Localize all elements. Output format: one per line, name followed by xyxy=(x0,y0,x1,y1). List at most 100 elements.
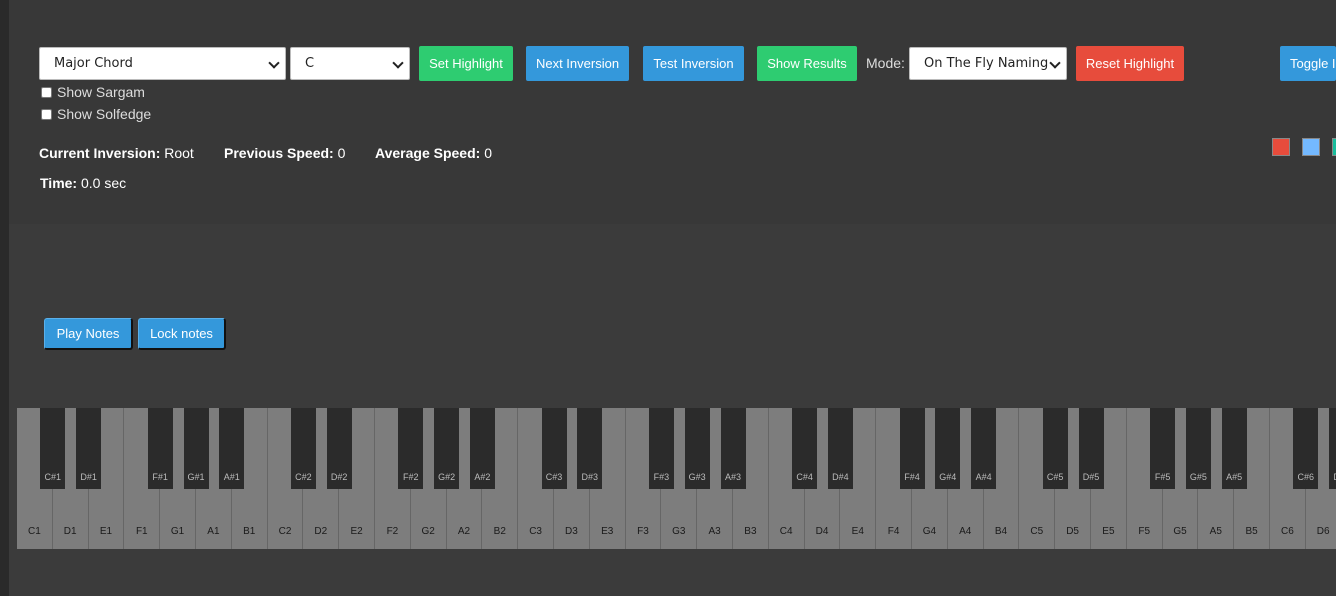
piano-key-label: F5 xyxy=(1138,526,1151,537)
previous-speed-stat: Previous Speed: 0 xyxy=(224,145,345,161)
mode-select[interactable]: On The Fly Naming xyxy=(909,47,1067,80)
piano-key-label: E2 xyxy=(350,526,363,537)
piano-key-label: E5 xyxy=(1102,526,1115,537)
left-edge-rail xyxy=(0,0,9,596)
piano-key-label: G3 xyxy=(672,526,686,537)
piano-key-g-sharp1[interactable]: G#1 xyxy=(183,408,209,489)
piano-key-label: D#1 xyxy=(80,472,97,482)
piano-key-c-sharp1[interactable]: C#1 xyxy=(40,408,66,489)
piano-key-c-sharp2[interactable]: C#2 xyxy=(290,408,316,489)
piano-key-label: G5 xyxy=(1173,526,1187,537)
piano-key-g-sharp2[interactable]: G#2 xyxy=(434,408,460,489)
piano-key-f-sharp2[interactable]: F#2 xyxy=(398,408,424,489)
piano-key-label: D6 xyxy=(1316,526,1330,537)
piano-key-label: A4 xyxy=(959,526,972,537)
show-results-button[interactable]: Show Results xyxy=(757,46,857,81)
piano-key-label: B1 xyxy=(243,526,256,537)
show-solfedge-checkbox[interactable] xyxy=(41,108,52,120)
piano-key-label: A1 xyxy=(207,526,220,537)
show-sargam-option[interactable]: Show Sargam xyxy=(41,84,145,100)
swatch-light-blue[interactable] xyxy=(1302,138,1320,156)
piano-key-label: C5 xyxy=(1030,526,1044,537)
next-inversion-button[interactable]: Next Inversion xyxy=(526,46,629,81)
time-label: Time: xyxy=(40,175,78,191)
piano-key-c-sharp3[interactable]: C#3 xyxy=(541,408,567,489)
piano-key-label: F#2 xyxy=(403,472,419,482)
swatch-red[interactable] xyxy=(1272,138,1290,156)
piano-key-label: F#1 xyxy=(152,472,168,482)
piano-key-a-sharp3[interactable]: A#3 xyxy=(720,408,746,489)
chevron-down-icon xyxy=(392,57,404,69)
piano-key-a-sharp2[interactable]: A#2 xyxy=(469,408,495,489)
play-notes-button[interactable]: Play Notes xyxy=(44,318,133,350)
piano-key-label: F3 xyxy=(637,526,649,537)
current-inversion-label: Current Inversion: xyxy=(39,145,161,161)
piano-key-label: C1 xyxy=(28,526,41,537)
piano-key-f-sharp5[interactable]: F#5 xyxy=(1150,408,1176,489)
piano-key-label: B5 xyxy=(1245,526,1258,537)
piano-key-label: F2 xyxy=(386,526,399,537)
piano-key-label: A#4 xyxy=(975,472,992,482)
previous-speed-label: Previous Speed: xyxy=(224,145,334,161)
piano-key-g-sharp3[interactable]: G#3 xyxy=(684,408,710,489)
chevron-down-icon xyxy=(268,57,280,69)
piano-key-label: C6 xyxy=(1281,526,1294,537)
piano-key-label: D#3 xyxy=(581,472,599,482)
piano-key-d-sharp5[interactable]: D#5 xyxy=(1078,408,1104,489)
piano-key-label: G#5 xyxy=(1189,472,1207,482)
chord-type-select[interactable]: Major Chord xyxy=(39,47,286,80)
piano-key-label: B3 xyxy=(744,526,757,537)
piano-key-g-sharp5[interactable]: G#5 xyxy=(1185,408,1211,489)
show-sargam-label: Show Sargam xyxy=(57,84,145,100)
piano-key-f-sharp1[interactable]: F#1 xyxy=(147,408,173,489)
piano-key-f-sharp3[interactable]: F#3 xyxy=(648,408,674,489)
piano-key-label: A#5 xyxy=(1226,472,1243,482)
piano-key-label: A#1 xyxy=(223,472,240,482)
piano-key-label: G#1 xyxy=(187,472,205,482)
key-select[interactable]: C xyxy=(290,47,410,80)
piano-key-label: G#2 xyxy=(438,472,456,482)
piano-key-d-sharp6[interactable]: D#6 xyxy=(1329,408,1336,489)
toggle-button[interactable]: Toggle I xyxy=(1280,46,1336,81)
piano-key-label: C4 xyxy=(779,526,793,537)
piano-key-a-sharp1[interactable]: A#1 xyxy=(219,408,245,489)
piano-key-g-sharp4[interactable]: G#4 xyxy=(935,408,961,489)
piano-key-a-sharp5[interactable]: A#5 xyxy=(1221,408,1247,489)
piano-key-label: C#1 xyxy=(44,472,62,482)
set-highlight-button[interactable]: Set Highlight xyxy=(419,46,513,81)
mode-label: Mode: xyxy=(866,55,905,71)
reset-highlight-button[interactable]: Reset Highlight xyxy=(1076,46,1184,81)
piano-key-label: B2 xyxy=(493,526,506,537)
average-speed-label: Average Speed: xyxy=(375,145,481,161)
piano-key-f-sharp4[interactable]: F#4 xyxy=(899,408,925,489)
piano-key-d-sharp2[interactable]: D#2 xyxy=(326,408,352,489)
control-panel xyxy=(9,0,1336,224)
lock-notes-button[interactable]: Lock notes xyxy=(138,318,226,350)
chevron-down-icon xyxy=(1049,57,1061,69)
piano-key-c-sharp6[interactable]: C#6 xyxy=(1293,408,1319,489)
piano-key-d-sharp3[interactable]: D#3 xyxy=(577,408,603,489)
average-speed-value: 0 xyxy=(484,145,492,161)
swatch-teal[interactable] xyxy=(1332,138,1336,156)
piano-key-c-sharp5[interactable]: C#5 xyxy=(1042,408,1068,489)
piano-key-label: C#2 xyxy=(295,472,312,482)
toggle-button-label: Toggle I xyxy=(1290,56,1336,71)
test-inversion-button[interactable]: Test Inversion xyxy=(643,46,744,81)
piano-key-label: F#5 xyxy=(1154,472,1171,482)
piano-key-label: F#4 xyxy=(904,472,920,482)
piano-key-d-sharp4[interactable]: D#4 xyxy=(827,408,853,489)
piano-key-label: G#4 xyxy=(939,472,957,482)
piano-key-label: D2 xyxy=(314,526,328,537)
piano-key-label: A2 xyxy=(457,526,471,537)
piano-key-label: E4 xyxy=(851,526,864,537)
piano-key-a-sharp4[interactable]: A#4 xyxy=(971,408,997,489)
show-solfedge-option[interactable]: Show Solfedge xyxy=(41,106,151,122)
piano-key-d-sharp1[interactable]: D#1 xyxy=(76,408,102,489)
piano-key-label: G1 xyxy=(170,526,185,537)
piano-key-label: A#2 xyxy=(474,472,491,482)
piano-key-label: C#3 xyxy=(545,472,563,482)
show-sargam-checkbox[interactable] xyxy=(41,86,52,98)
piano-key-label: F1 xyxy=(135,526,148,537)
piano-key-c-sharp4[interactable]: C#4 xyxy=(792,408,818,489)
piano-key-label: A#3 xyxy=(724,472,741,482)
